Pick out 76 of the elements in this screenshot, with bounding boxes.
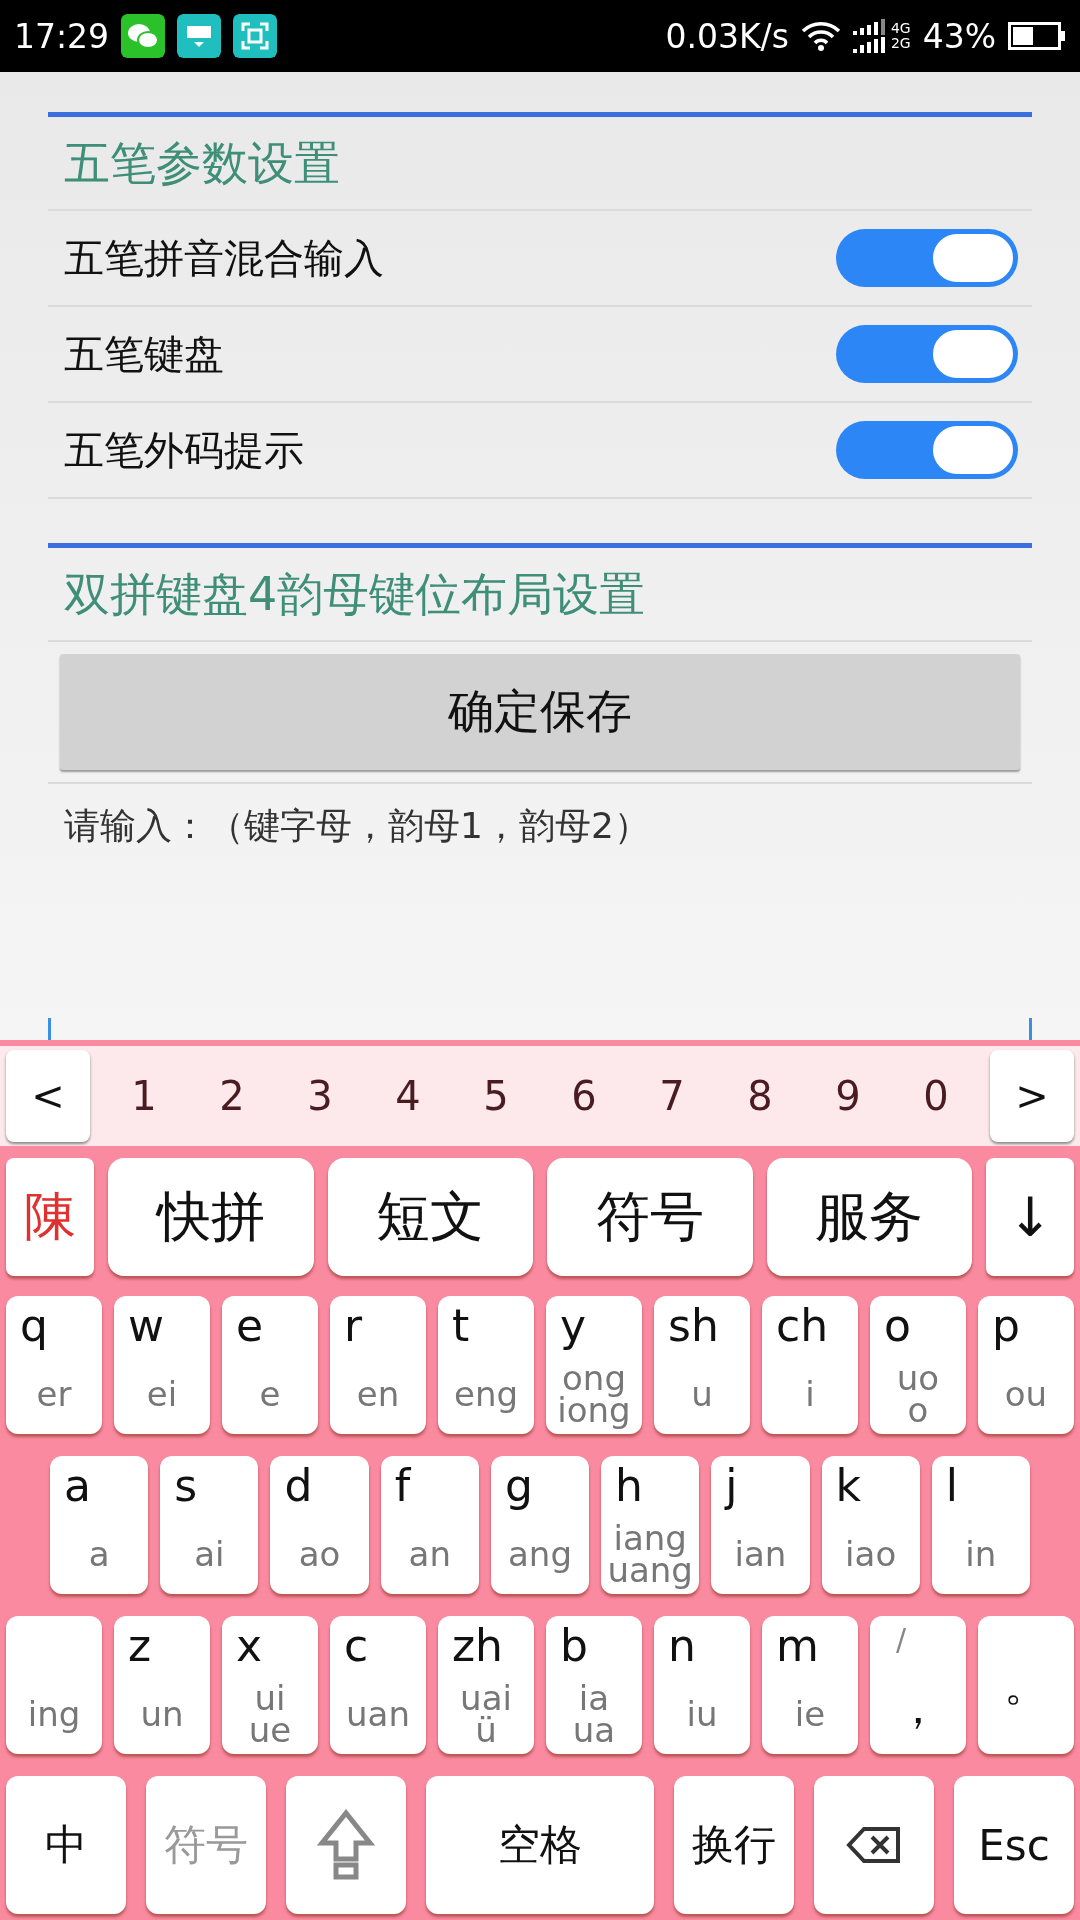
keyboard-key[interactable]: zh uai ü [438,1616,534,1754]
setting-label: 五笔外码提示 [64,425,304,475]
keyboard-key[interactable]: q er [6,1296,102,1434]
keyboard-key[interactable]: a a [50,1456,149,1594]
keyboard-key[interactable]: t eng [438,1296,534,1434]
function-key[interactable]: 短文 [327,1158,533,1276]
battery-level: 43% [922,16,996,56]
keyboard-key[interactable]: f an [380,1456,479,1594]
candidate-number[interactable]: 4 [395,1073,421,1119]
candidate-number[interactable]: 9 [835,1073,861,1119]
toggle-switch[interactable] [836,325,1018,383]
save-button[interactable]: 确定保存 [60,654,1020,770]
shift-key[interactable] [286,1776,406,1914]
keyboard-key[interactable]: o uo o [870,1296,966,1434]
network-type: 4G [890,21,911,36]
network-speed: 0.03K/s [665,16,789,56]
keyboard-key[interactable]: 空格 [426,1776,654,1914]
keyboard-key[interactable]: h iang uang [601,1456,700,1594]
keyboard-key[interactable]: l in [931,1456,1030,1594]
setting-label: 五笔键盘 [64,329,224,379]
candidate-number[interactable]: 2 [219,1073,245,1119]
candidate-number[interactable]: 1 [131,1073,157,1119]
setting-label: 五笔拼音混合输入 [64,233,384,283]
keyboard-key[interactable]: 。 [978,1616,1074,1754]
function-key[interactable]: 符号 [547,1158,753,1276]
section-title: 五笔参数设置 [63,135,341,192]
shift-icon [316,1809,376,1881]
scan-icon [233,14,278,58]
backspace-key[interactable] [814,1776,934,1914]
input-hint: 请输入：（键字母，韵母1，韵母2） [63,804,651,848]
keyboard-key[interactable]: r en [330,1296,426,1434]
keyboard-key[interactable]: n iu [654,1616,750,1754]
next-page-button[interactable]: > [990,1050,1074,1142]
chat-icon [121,14,166,58]
clock: 17:29 [14,16,110,56]
keyboard-key[interactable]: z un [114,1616,210,1754]
wifi-icon [800,20,841,52]
keyboard-key[interactable]: b ia ua [546,1616,642,1754]
function-key[interactable]: 快拼 [108,1158,314,1276]
keyboard-key[interactable]: s ai [160,1456,259,1594]
keyboard-key[interactable]: k iao [821,1456,920,1594]
logo-key[interactable]: 陳 [6,1158,94,1276]
section-title: 双拼键盘4韵母键位布局设置 [63,566,647,623]
keyboard-key[interactable]: Esc [954,1776,1074,1914]
candidate-number[interactable]: 5 [483,1073,509,1119]
backspace-icon [846,1825,902,1865]
toggle-switch[interactable] [836,421,1018,479]
signal-icon [852,19,887,53]
keyboard-key[interactable]: 换行 [674,1776,794,1914]
candidate-number[interactable]: 8 [747,1073,773,1119]
candidate-number[interactable]: 3 [307,1073,333,1119]
keyboard-key[interactable]: 中 [6,1776,126,1914]
toggle-switch[interactable] [836,229,1018,287]
keyboard-key[interactable]: d ao [270,1456,369,1594]
keyboard-key[interactable]: ch i [762,1296,858,1434]
keyboard-key[interactable]: c uan [330,1616,426,1754]
keyboard-icon [177,14,222,58]
keyboard-key[interactable]: sh u [654,1296,750,1434]
candidate-number[interactable]: 0 [923,1073,949,1119]
function-key[interactable]: 服务 [766,1158,972,1276]
battery-icon [1008,22,1066,50]
keyboard-key[interactable]: j ian [711,1456,810,1594]
keyboard-key[interactable]: p ou [978,1296,1074,1434]
keyboard-key[interactable]: x ui ue [222,1616,318,1754]
keyboard-key[interactable]: / ， [870,1616,966,1754]
keyboard-key[interactable]: e e [222,1296,318,1434]
keyboard-key[interactable]: m ie [762,1616,858,1754]
keyboard-key[interactable]: w ei [114,1296,210,1434]
keyboard-key[interactable]: ing [6,1616,102,1754]
keyboard-key[interactable]: g ang [490,1456,590,1594]
keyboard-key[interactable]: y ong iong [546,1296,642,1434]
collapse-key[interactable]: ↓ [986,1158,1074,1276]
candidate-number[interactable]: 6 [571,1073,597,1119]
candidate-number[interactable]: 7 [659,1073,685,1119]
network-type: 2G [890,36,911,51]
previous-page-button[interactable]: < [6,1050,90,1142]
